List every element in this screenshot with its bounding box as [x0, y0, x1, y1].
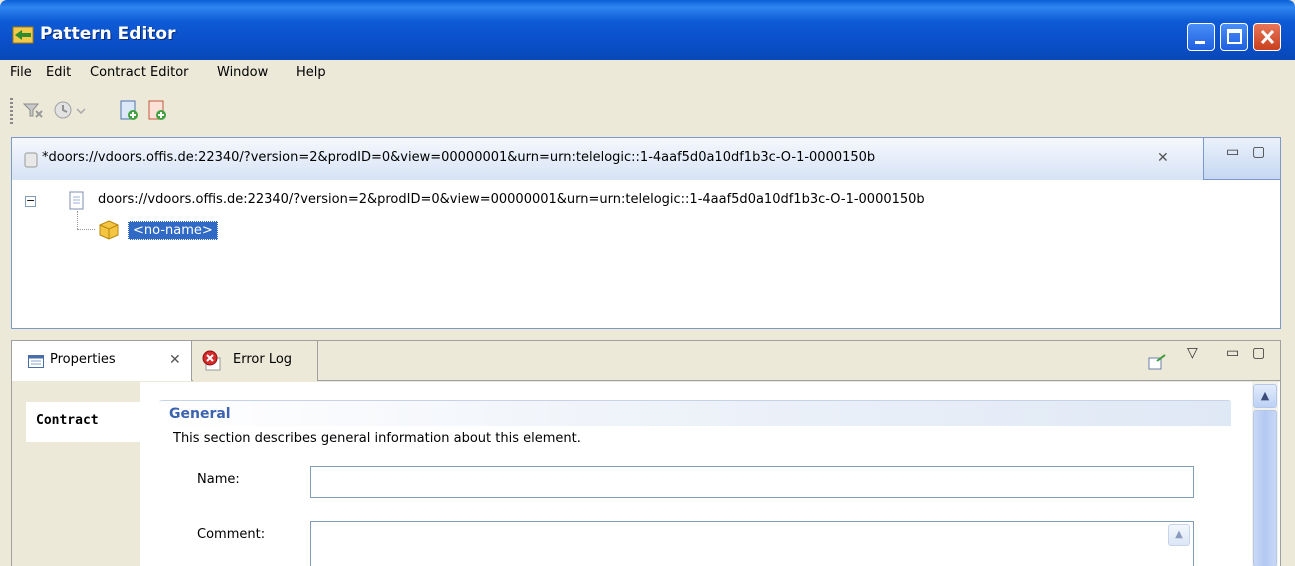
minimize-button[interactable] — [1187, 23, 1215, 51]
name-field[interactable] — [310, 466, 1194, 498]
properties-panel: Properties ✕ Error Log ▽ ▭ ▢ Contract Ge… — [11, 340, 1281, 566]
title-bar: Pattern Editor — [0, 0, 1295, 60]
editor-tab-close-icon[interactable]: ✕ — [1157, 150, 1169, 166]
properties-minimize-icon[interactable]: ▭ — [1226, 345, 1239, 361]
editor-tab-bar: *doors://vdoors.offis.de:22340/?version=… — [12, 138, 1280, 180]
scrollbar-thumb[interactable] — [1253, 410, 1277, 566]
menu-window[interactable]: Window — [217, 65, 268, 80]
menu-file[interactable]: File — [10, 65, 32, 80]
minimize-icon — [1195, 41, 1205, 44]
toolbar-grip[interactable] — [10, 98, 13, 124]
tree-root-label[interactable]: doors://vdoors.offis.de:22340/?version=2… — [98, 192, 925, 207]
filter-icon[interactable] — [22, 99, 44, 121]
close-button[interactable] — [1253, 23, 1281, 51]
comment-field[interactable] — [310, 521, 1194, 566]
package-icon — [99, 220, 119, 240]
menu-edit[interactable]: Edit — [46, 65, 71, 80]
properties-tab-bar: Properties ✕ Error Log ▽ ▭ ▢ — [12, 341, 1280, 381]
tab-error-log-label: Error Log — [233, 352, 293, 367]
menu-contract-editor[interactable]: Contract Editor — [90, 65, 189, 80]
properties-scrollbar[interactable]: ▲ — [1252, 382, 1278, 566]
error-log-icon — [202, 350, 221, 371]
tree-item-no-name[interactable]: <no-name> — [128, 221, 218, 240]
properties-icon — [28, 355, 44, 368]
properties-side-tabs: Contract — [12, 382, 142, 566]
editor-panel: *doors://vdoors.offis.de:22340/?version=… — [11, 137, 1281, 329]
properties-maximize-icon[interactable]: ▢ — [1252, 345, 1265, 361]
window-title: Pattern Editor — [40, 24, 176, 44]
properties-tab-close-icon[interactable]: ✕ — [169, 352, 181, 368]
side-tab-contract[interactable]: Contract — [26, 402, 142, 442]
view-menu-icon[interactable]: ▽ — [1187, 345, 1198, 361]
chevron-down-icon[interactable] — [74, 99, 88, 121]
pin-icon[interactable] — [1148, 353, 1168, 371]
editor-tab[interactable]: *doors://vdoors.offis.de:22340/?version=… — [12, 138, 1204, 180]
properties-body: Contract General This section describes … — [12, 382, 1280, 566]
section-header[interactable]: General — [159, 400, 1231, 426]
editor-tab-label: *doors://vdoors.offis.de:22340/?version=… — [42, 150, 876, 165]
scroll-up-icon[interactable]: ▲ — [1253, 384, 1277, 408]
section-title: General — [169, 406, 231, 422]
maximize-icon — [1227, 29, 1242, 44]
tree-connector — [77, 211, 78, 229]
editor-maximize-icon[interactable]: ▢ — [1252, 144, 1265, 160]
tab-properties[interactable]: Properties ✕ — [12, 341, 192, 381]
app-icon — [12, 26, 34, 44]
document-icon — [69, 191, 84, 210]
file-icon — [24, 152, 38, 168]
outline-tree: − doors://vdoors.offis.de:22340/?version… — [12, 181, 1280, 328]
tab-properties-label: Properties — [50, 352, 116, 367]
side-tab-contract-label: Contract — [36, 413, 99, 428]
history-icon[interactable] — [52, 99, 74, 121]
close-icon — [1260, 29, 1275, 45]
comment-label: Comment: — [197, 527, 266, 542]
general-section: General This section describes general i… — [159, 400, 1231, 566]
editor-minimize-icon[interactable]: ▭ — [1226, 144, 1239, 160]
section-description: This section describes general informati… — [173, 431, 581, 446]
name-label: Name: — [197, 472, 240, 487]
toolbar — [0, 90, 1295, 132]
tree-connector — [77, 229, 95, 230]
maximize-button[interactable] — [1220, 23, 1248, 51]
tab-error-log[interactable]: Error Log — [193, 341, 318, 381]
menu-help[interactable]: Help — [296, 65, 326, 80]
comment-scroll-up-icon[interactable]: ▲ — [1168, 524, 1190, 546]
tree-collapse-icon[interactable]: − — [25, 195, 36, 207]
new-document-icon[interactable] — [118, 99, 140, 121]
menu-bar: File Edit Contract Editor Window Help — [0, 60, 1295, 88]
add-document-icon[interactable] — [146, 99, 168, 121]
